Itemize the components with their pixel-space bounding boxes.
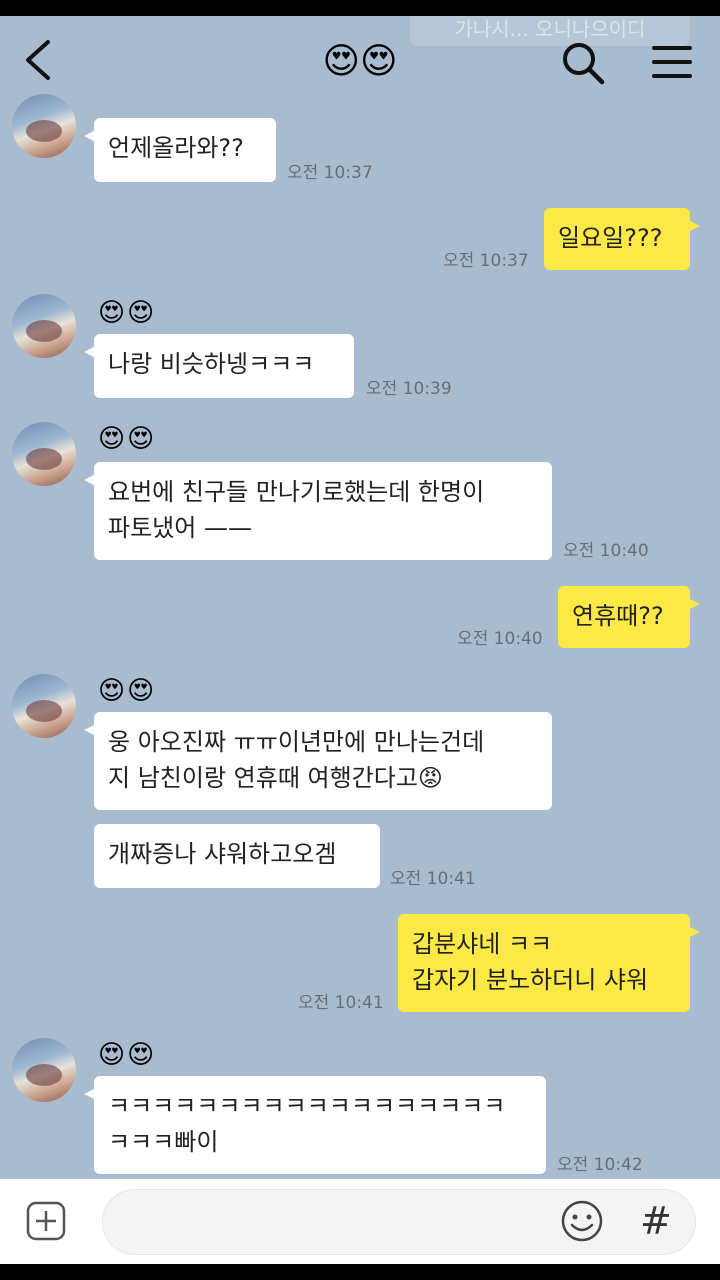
chat-header: 가나시... 오니나으이디 😍😍 [0, 16, 720, 106]
sender-name: 😍😍 [98, 424, 157, 454]
message-bubble-outgoing[interactable]: 연휴때?? [558, 586, 700, 648]
avatar[interactable] [12, 1038, 76, 1102]
message-time: 오전 10:41 [298, 993, 384, 1013]
smiley-icon[interactable] [560, 1199, 604, 1243]
plus-square-icon[interactable] [26, 1201, 66, 1241]
message-time: 오전 10:41 [390, 869, 476, 889]
message-bubble-incoming[interactable]: 웅 아오진짜 ㅠㅠ이년만에 만나는건데 지 남친이랑 연휴때 여행간다고😡 [84, 712, 552, 810]
message-time: 오전 10:40 [563, 541, 649, 561]
message-time: 오전 10:37 [287, 163, 373, 183]
hamburger-menu-icon[interactable] [650, 42, 694, 82]
avatar[interactable] [12, 94, 76, 158]
avatar[interactable] [12, 294, 76, 358]
message-bubble-outgoing[interactable]: 일요일??? [544, 208, 700, 270]
message-bubble-incoming[interactable]: 언제올라와?? [84, 118, 276, 182]
hash-icon[interactable]: # [640, 1197, 672, 1245]
avatar[interactable] [12, 422, 76, 486]
message-time: 오전 10:42 [557, 1155, 643, 1175]
message-bubble-incoming[interactable]: 요번에 친구들 만나기로했는데 한명이 파토냈어 —— [84, 462, 552, 560]
chat-title: 😍😍 [322, 41, 398, 82]
sender-name: 😍😍 [98, 676, 157, 706]
sender-name: 😍😍 [98, 1040, 157, 1070]
avatar[interactable] [12, 674, 76, 738]
search-icon[interactable] [560, 40, 606, 86]
sender-name: 😍😍 [98, 298, 157, 328]
message-composer: # [0, 1179, 720, 1264]
message-bubble-incoming[interactable]: 나랑 비슷하넹ㅋㅋㅋ [84, 334, 354, 398]
message-input[interactable] [102, 1189, 696, 1255]
message-time: 오전 10:39 [366, 379, 452, 399]
chat-screen: 가나시... 오니나으이디 😍😍 언제올라와?? 오전 10:37 오전 10:… [0, 16, 720, 1264]
message-bubble-outgoing[interactable]: 갑분샤네 ㅋㅋ 갑자기 분노하더니 샤워 [398, 914, 700, 1012]
message-bubble-incoming[interactable]: 개짜증나 샤워하고오겜 [94, 824, 380, 888]
message-time: 오전 10:40 [457, 629, 543, 649]
message-bubble-incoming[interactable]: ㅋㅋㅋㅋㅋㅋㅋㅋㅋㅋㅋㅋㅋㅋㅋㅋㅋㅋ ㅋㅋㅋ빠이 [84, 1076, 546, 1174]
message-time: 오전 10:37 [443, 251, 529, 271]
